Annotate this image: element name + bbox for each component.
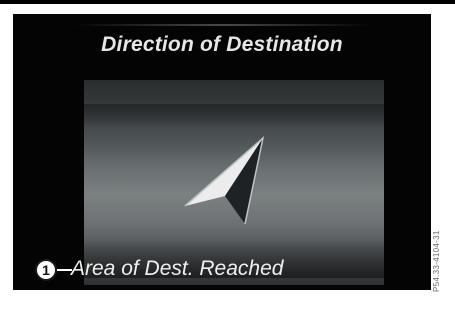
header-divider (73, 24, 371, 26)
panel-shade-top (84, 104, 384, 128)
screen-title: Direction of Destination (101, 33, 343, 56)
navigation-arrow-icon (184, 136, 265, 225)
callout-leader-line (57, 269, 72, 271)
figure-code: P54.33-4104-31 (432, 230, 441, 292)
callout-marker-1: 1 (35, 259, 57, 281)
destination-status: Area of Dest. Reached (71, 257, 284, 280)
top-rule (0, 0, 455, 4)
navigation-display: Direction of Destination 1 Area of Dest.… (13, 14, 431, 290)
